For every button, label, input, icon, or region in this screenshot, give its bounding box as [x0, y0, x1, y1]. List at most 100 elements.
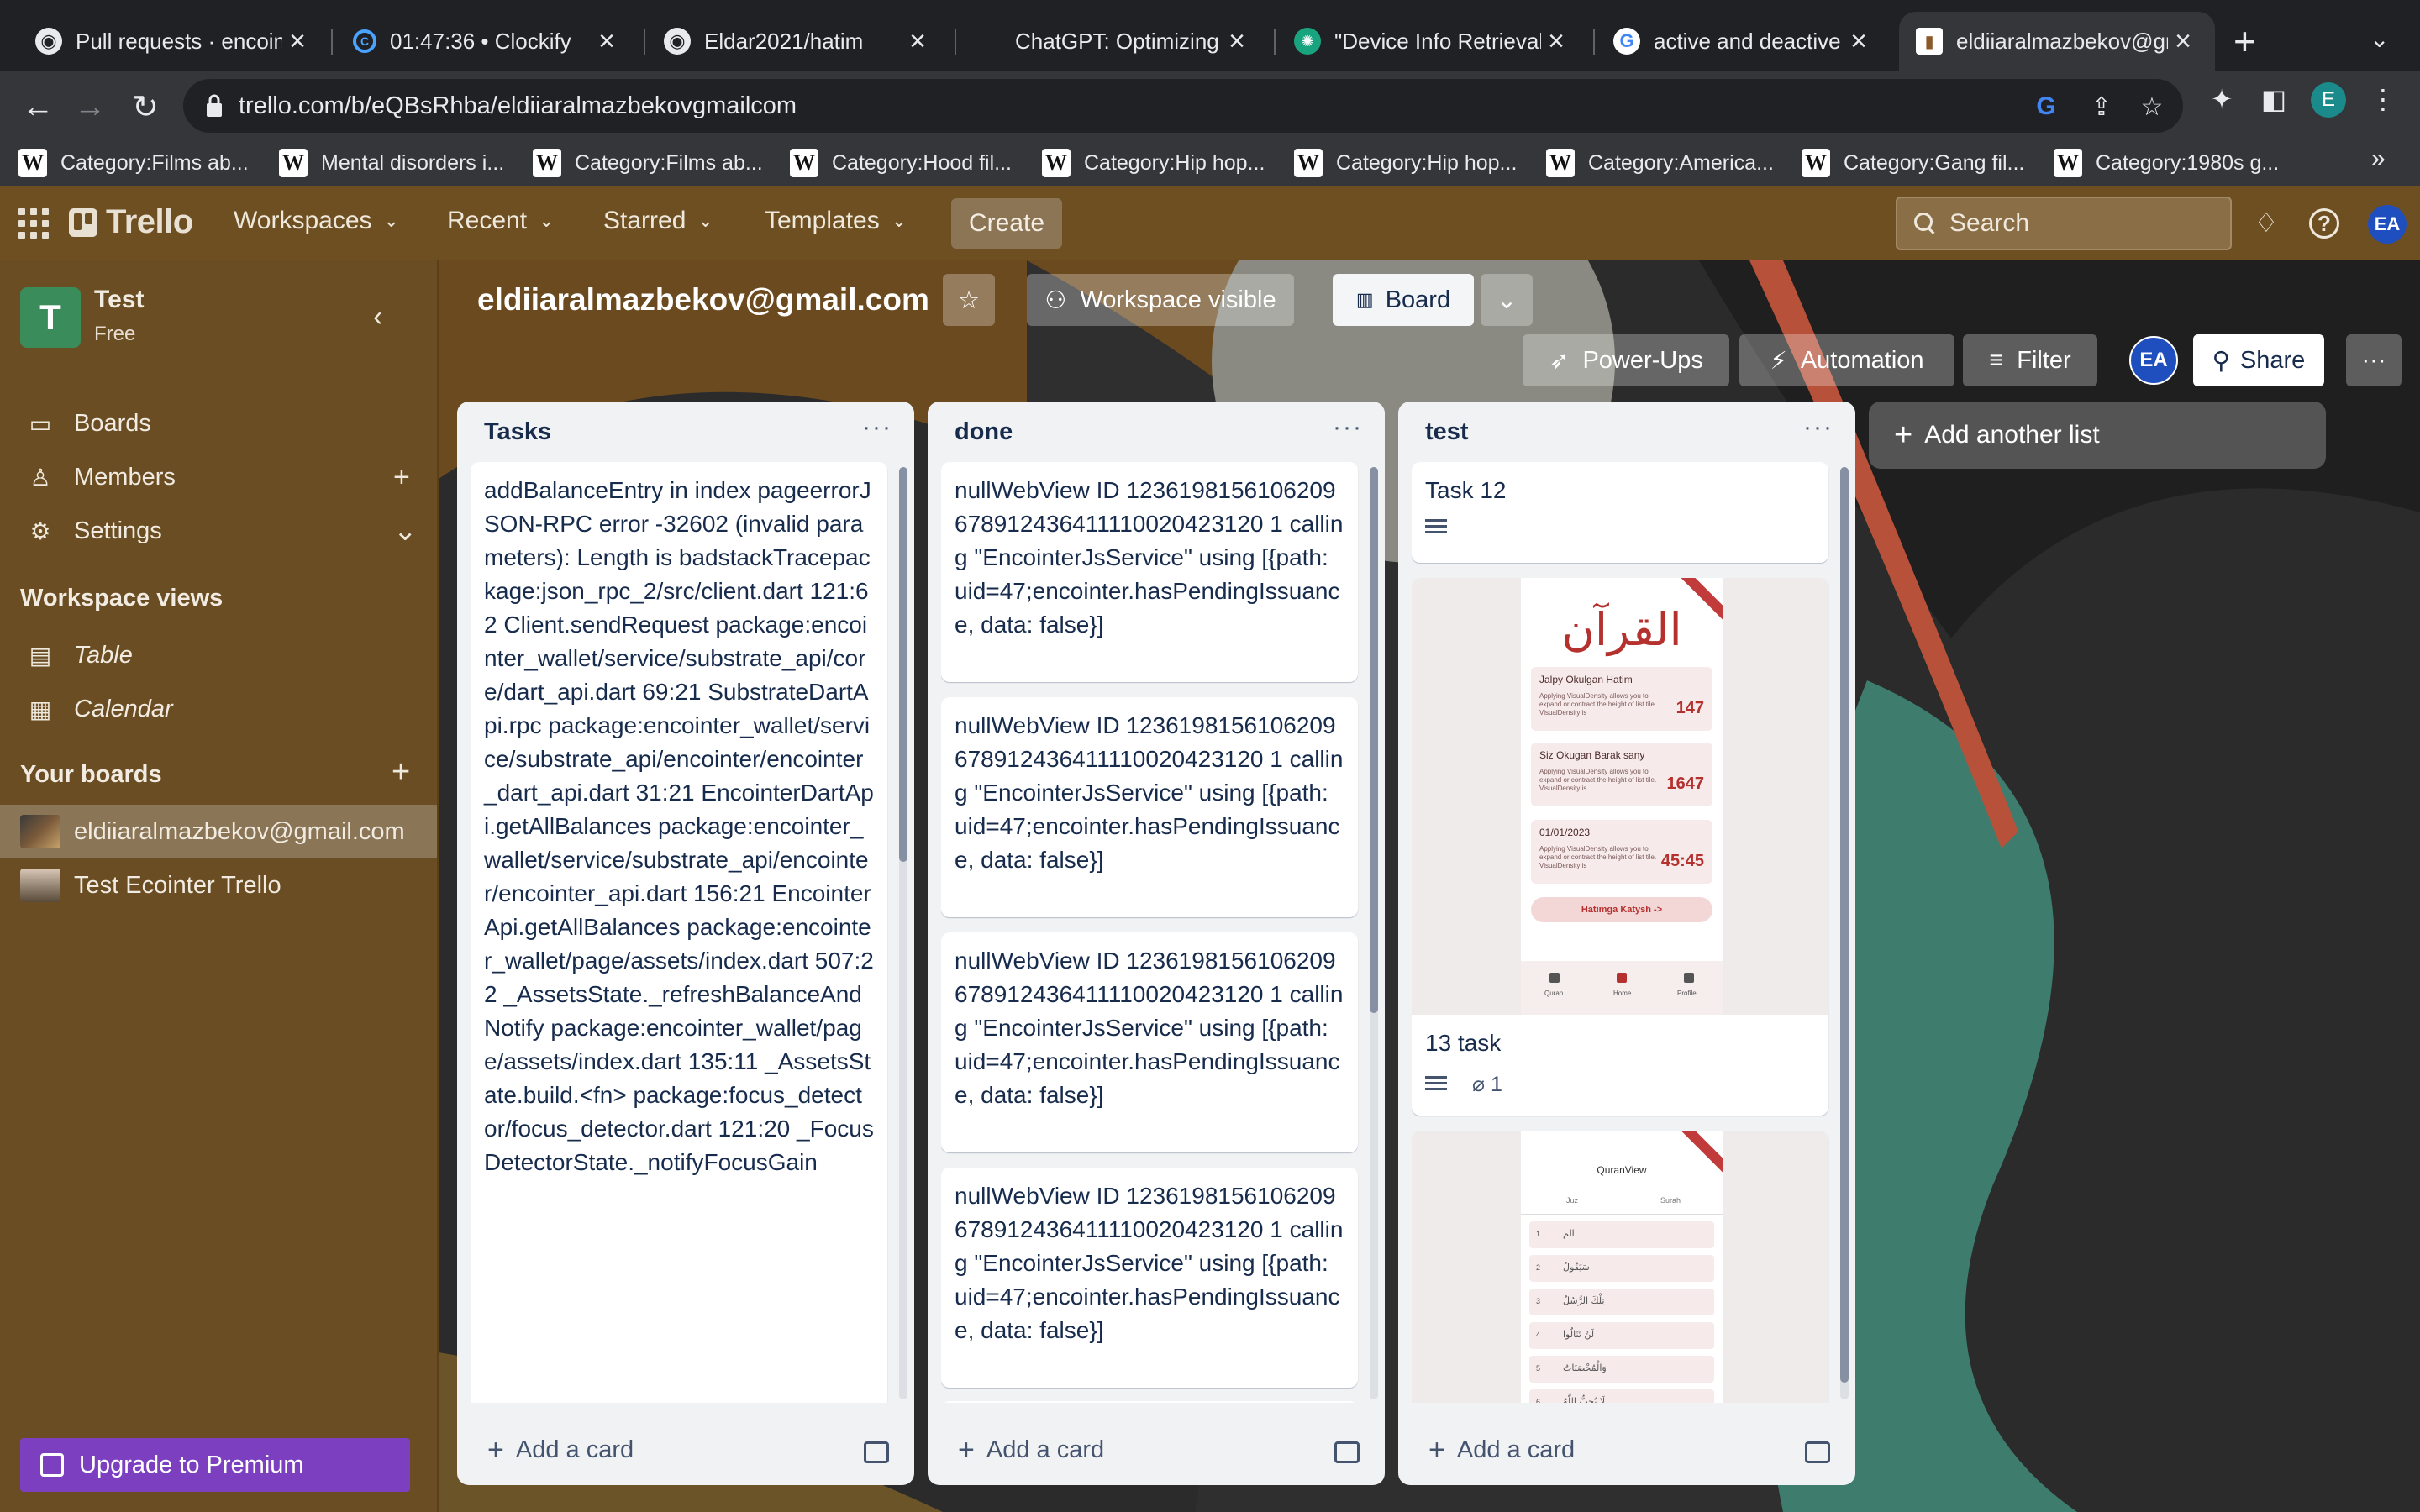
list-scrollbar[interactable]	[1840, 467, 1849, 1399]
workspace-badge[interactable]: T	[20, 287, 81, 348]
browser-tab[interactable]: ✺ "Device Info Retrieval ×	[1277, 12, 1588, 71]
side-panel-icon[interactable]: ◧	[2257, 82, 2291, 116]
list-menu-button[interactable]: ···	[862, 413, 892, 442]
workspace-name[interactable]: Test	[94, 286, 144, 314]
card[interactable]: QuranView Juz Surah 1 الم 2 سَيَقُولُ 3 تِل…	[1412, 1131, 1828, 1403]
powerups-button[interactable]: ➶ Power-Ups	[1523, 334, 1729, 386]
kebab-menu-icon[interactable]: ⋮	[2366, 82, 2400, 116]
sidebar-item-settings[interactable]: ⚙ Settings ⌄	[0, 504, 437, 558]
list-scrollbar[interactable]	[899, 467, 908, 1399]
bookmark-item[interactable]: W Category:Hip hop...	[1042, 146, 1265, 180]
bookmark-item[interactable]: W Category:Films ab...	[533, 146, 763, 180]
list-scrollbar[interactable]	[1370, 467, 1378, 1399]
add-card-button[interactable]: + Add a card	[1428, 1434, 1575, 1467]
close-icon[interactable]: ×	[902, 25, 933, 58]
board-view-button[interactable]: ▥ Board	[1333, 274, 1474, 326]
browser-tab[interactable]: ◉ Pull requests · encoin ×	[18, 12, 329, 71]
reload-icon[interactable]: ↻	[124, 86, 166, 128]
browser-tab[interactable]: ChatGPT: Optimizing ×	[958, 12, 1269, 71]
recent-menu[interactable]: Recent ⌄	[447, 207, 555, 235]
lock-icon[interactable]	[205, 93, 224, 118]
google-lens-icon[interactable]: G	[2032, 92, 2060, 121]
list-title[interactable]: done	[955, 418, 1013, 446]
add-card-button[interactable]: + Add a card	[958, 1434, 1104, 1467]
sidebar-board-item[interactable]: eldiiaralmazbekov@gmail.com	[0, 805, 437, 858]
browser-tab-active[interactable]: ▮ eldiiaralmazbekov@gm ×	[1899, 12, 2215, 71]
card-template-icon[interactable]	[864, 1441, 889, 1463]
share-icon[interactable]: ⇪	[2087, 92, 2116, 121]
card[interactable]: Task 12	[1412, 462, 1828, 563]
card[interactable]: nullWebView ID 1236198156106209678912436…	[941, 462, 1358, 682]
extensions-icon[interactable]: ✦	[2205, 82, 2238, 116]
people-icon: ⚇	[1044, 286, 1067, 314]
upgrade-button[interactable]: Upgrade to Premium	[20, 1438, 410, 1492]
bookmark-item[interactable]: W Category:1980s g...	[2054, 146, 2279, 180]
bookmark-item[interactable]: W Category:Gang fil...	[1802, 146, 2024, 180]
list-menu-button[interactable]: ···	[1803, 413, 1833, 442]
card-template-icon[interactable]	[1334, 1441, 1360, 1463]
card[interactable]: nullWebView ID 1236198156106209678912436…	[941, 932, 1358, 1152]
share-button[interactable]: ⚲ Share	[2193, 334, 2324, 386]
bookmark-item[interactable]: W Category:Hip hop...	[1294, 146, 1517, 180]
profile-avatar[interactable]: E	[2311, 82, 2346, 118]
workspaces-menu[interactable]: Workspaces ⌄	[234, 207, 399, 235]
new-tab-button[interactable]: +	[2233, 22, 2256, 60]
trello-logo[interactable]: Trello	[69, 203, 193, 241]
help-icon[interactable]: ?	[2309, 208, 2339, 239]
search-input[interactable]: Search	[1896, 197, 2232, 250]
card[interactable]	[941, 1401, 1358, 1403]
chevron-down-icon[interactable]: ⌄	[2370, 25, 2389, 53]
close-icon[interactable]: ×	[282, 25, 313, 58]
plus-icon[interactable]: +	[393, 461, 410, 494]
avatar[interactable]: EA	[2368, 205, 2407, 244]
add-board-button[interactable]: +	[392, 754, 410, 790]
sidebar-board-item[interactable]: Test Ecointer Trello	[0, 858, 437, 912]
card[interactable]: القرآن Jalpy Okulgan Hatim Applying Visu…	[1412, 578, 1828, 1116]
filter-button[interactable]: ≡ Filter	[1963, 334, 2097, 386]
bookmark-item[interactable]: W Category:Hood fil...	[790, 146, 1012, 180]
sidebar-item-members[interactable]: ♙ Members +	[0, 450, 437, 504]
view-switcher-button[interactable]: ⌄	[1481, 274, 1533, 326]
back-icon[interactable]: ←	[17, 86, 59, 128]
card[interactable]: nullWebView ID 1236198156106209678912436…	[941, 1168, 1358, 1388]
notifications-icon[interactable]: ♢	[2249, 205, 2284, 240]
starred-menu[interactable]: Starred ⌄	[603, 207, 713, 235]
sidebar-item-calendar[interactable]: ▦ Calendar	[0, 682, 437, 736]
browser-tab[interactable]: ◉ Eldar2021/hatim ×	[647, 12, 950, 71]
chevron-down-icon[interactable]: ⌄	[393, 514, 418, 548]
board-menu-button[interactable]: ···	[2346, 334, 2402, 386]
close-icon[interactable]: ×	[1222, 25, 1252, 58]
close-icon[interactable]: ×	[592, 25, 622, 58]
forward-icon[interactable]: →	[69, 86, 111, 128]
bookmark-item[interactable]: W Category:Films ab...	[18, 146, 249, 180]
close-icon[interactable]: ×	[1844, 25, 1874, 58]
card[interactable]: addBalanceEntry in index pageerrorJSON-R…	[471, 462, 887, 1403]
list-menu-button[interactable]: ···	[1333, 413, 1363, 442]
card-template-icon[interactable]	[1805, 1441, 1830, 1463]
add-card-button[interactable]: + Add a card	[487, 1434, 634, 1467]
card[interactable]: nullWebView ID 1236198156106209678912436…	[941, 697, 1358, 917]
app-switcher-icon[interactable]	[18, 208, 49, 239]
visibility-button[interactable]: ⚇ Workspace visible	[1027, 274, 1294, 326]
browser-tab[interactable]: G active and deactive tu ×	[1597, 12, 1891, 71]
browser-tab[interactable]: C 01:47:36 • Clockify ×	[336, 12, 639, 71]
close-icon[interactable]: ×	[1541, 25, 1571, 58]
list-title[interactable]: test	[1425, 418, 1469, 446]
address-bar[interactable]: trello.com/b/eQBsRhba/eldiiaralmazbekovg…	[183, 79, 2183, 133]
collapse-sidebar-button[interactable]: ‹	[373, 301, 382, 333]
automation-button[interactable]: ⚡ Automation	[1739, 334, 1954, 386]
close-icon[interactable]: ×	[2168, 25, 2198, 58]
create-button[interactable]: Create	[951, 198, 1062, 249]
list-title[interactable]: Tasks	[484, 418, 551, 446]
sidebar-item-boards[interactable]: ▭ Boards	[0, 396, 437, 450]
star-icon[interactable]: ☆	[2138, 92, 2166, 121]
templates-menu[interactable]: Templates ⌄	[765, 207, 907, 235]
member-avatar[interactable]: EA	[2129, 336, 2178, 385]
bookmarks-overflow-button[interactable]: »	[2371, 144, 2386, 173]
bookmark-item[interactable]: W Category:America...	[1546, 146, 1774, 180]
bookmark-item[interactable]: W Mental disorders i...	[279, 146, 504, 180]
board-title[interactable]: eldiiaralmazbekov@gmail.com	[477, 282, 929, 318]
star-board-button[interactable]: ☆	[943, 274, 995, 326]
add-list-button[interactable]: + Add another list	[1869, 402, 2326, 469]
sidebar-item-table[interactable]: ▤ Table	[0, 628, 437, 682]
